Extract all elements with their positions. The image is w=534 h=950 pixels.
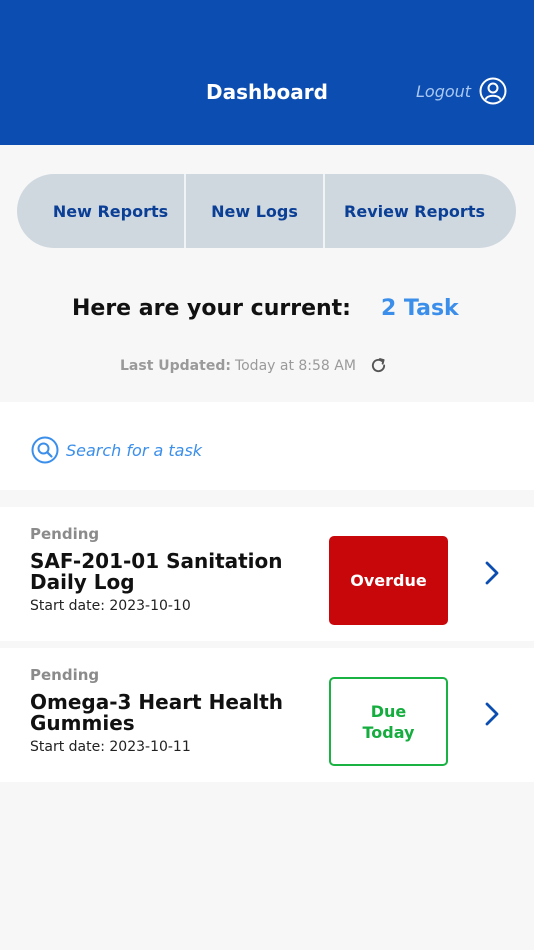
task-summary: Here are your current: 2 Task [72, 296, 459, 321]
last-updated: Last Updated: Today at 8:58 AM [120, 357, 387, 374]
task-card[interactable]: Pending SAF-201-01 Sanitation Daily Log … [0, 507, 534, 641]
task-count: 2 Task [380, 296, 459, 321]
task-title: Omega-3 Heart Health Gummies [30, 690, 284, 735]
tab-new-reports[interactable]: New Reports [17, 174, 184, 248]
logout-label: Logout [416, 81, 472, 101]
tab-review-reports[interactable]: Review Reports [323, 174, 516, 248]
task-status: Pending [30, 666, 100, 684]
task-status: Pending [30, 525, 100, 543]
refresh-icon[interactable] [370, 357, 387, 374]
logout-button[interactable]: Logout [416, 77, 507, 105]
app-header: Dashboard Logout [0, 0, 534, 145]
search-icon [31, 436, 59, 464]
task-start-date: Start date: 2023-10-10 [30, 598, 191, 614]
overdue-badge: Overdue [329, 536, 448, 625]
search-panel [0, 402, 534, 490]
last-updated-value: Today at 8:58 AM [234, 357, 356, 374]
search-input[interactable] [66, 436, 486, 464]
last-updated-label: Last Updated: [120, 357, 231, 374]
task-card[interactable]: Pending Omega-3 Heart Health Gummies Sta… [0, 648, 534, 782]
chevron-right-icon[interactable] [484, 701, 500, 727]
user-circle-icon [479, 77, 507, 105]
task-start-date: Start date: 2023-10-11 [30, 739, 191, 755]
due-today-badge: Due Today [329, 677, 448, 766]
report-tabs: New Reports New Logs Review Reports [17, 174, 516, 248]
summary-label: Here are your current: [72, 296, 351, 321]
tab-new-logs[interactable]: New Logs [184, 174, 323, 248]
task-title: SAF-201-01 Sanitation Daily Log [30, 549, 283, 594]
chevron-right-icon[interactable] [484, 560, 500, 586]
